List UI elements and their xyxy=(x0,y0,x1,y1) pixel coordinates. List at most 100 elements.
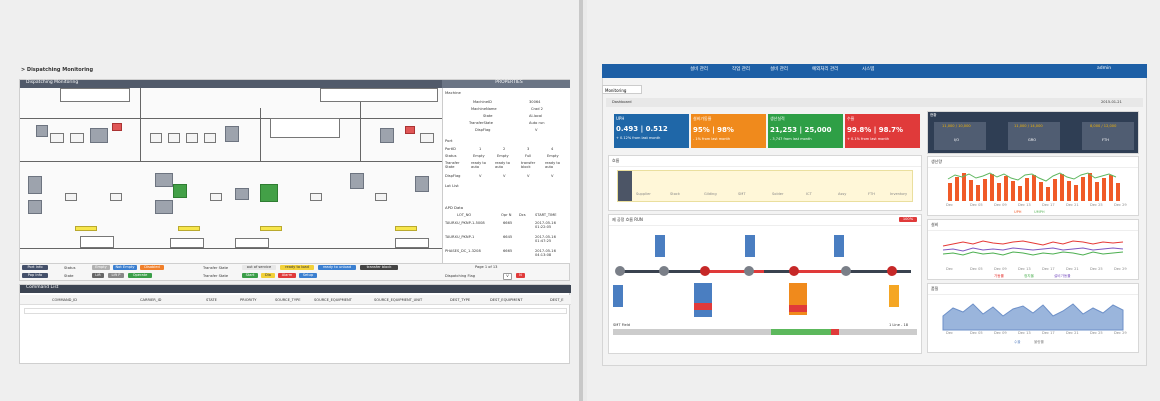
equipment-unit[interactable] xyxy=(395,226,417,231)
equipment-unit[interactable] xyxy=(110,193,122,201)
col-command-id[interactable]: COMMAND_ID xyxy=(52,298,77,302)
equipment-unit[interactable] xyxy=(70,133,84,143)
flag-v-toggle[interactable]: V xyxy=(503,273,512,280)
equipment-unit[interactable] xyxy=(65,193,77,201)
kpi-card-utilization[interactable]: 설비가동율 95% | 98% - 1% from last month xyxy=(691,114,766,148)
flag-n-toggle[interactable]: N xyxy=(516,273,525,278)
kpi-foot: + 0.1% from last month xyxy=(847,137,890,141)
process-node[interactable] xyxy=(887,266,897,276)
flow-label: FTH xyxy=(868,192,875,196)
process-node[interactable] xyxy=(841,266,851,276)
equipment-block[interactable] xyxy=(235,238,269,248)
prop-value: V xyxy=(535,128,538,132)
equipment-block[interactable] xyxy=(270,118,340,138)
user-name[interactable]: admin xyxy=(1097,66,1111,71)
equipment-unit[interactable] xyxy=(405,126,415,134)
equipment-unit[interactable] xyxy=(28,176,42,194)
tab-monitoring[interactable]: Monitoring xyxy=(602,85,642,94)
chart3-xtick: Dec 29 xyxy=(1114,331,1127,335)
equipment-unit[interactable] xyxy=(36,125,48,137)
command-filter-row[interactable] xyxy=(24,308,567,314)
port-header: 2 xyxy=(503,147,506,151)
equipment-unit[interactable] xyxy=(155,173,173,187)
equipment-unit[interactable] xyxy=(112,123,122,131)
status-box-fth[interactable]: 8,000 / 12,000 FTH xyxy=(1082,122,1134,150)
status-box-gro[interactable]: 11,000 / 14,000 GRO xyxy=(1008,122,1060,150)
equipment-unit[interactable] xyxy=(155,200,173,214)
col-state[interactable]: STATE xyxy=(206,298,217,302)
port-header: PortID xyxy=(445,147,456,151)
process-tag[interactable] xyxy=(889,285,899,307)
process-node[interactable] xyxy=(615,266,625,276)
nav-item-2[interactable]: 작업 관리 xyxy=(732,66,750,72)
process-tag[interactable] xyxy=(834,235,844,257)
col-dest-e[interactable]: DEST_E xyxy=(550,298,564,302)
equipment-unit[interactable] xyxy=(235,188,249,200)
port-cell: V xyxy=(479,174,482,178)
process-node[interactable] xyxy=(789,266,799,276)
chart3-xtick: Dec 13 xyxy=(1018,331,1031,335)
nav-item-5[interactable]: 시스템 xyxy=(862,66,874,72)
process-tag-alert[interactable] xyxy=(694,303,712,310)
kpi-card-uph[interactable]: UPH 0.493 | 0.512 + 0.12% from last mont… xyxy=(614,114,689,148)
equipment-unit[interactable] xyxy=(150,133,162,143)
equipment-unit[interactable] xyxy=(204,133,216,143)
equipment-unit[interactable] xyxy=(210,193,222,201)
col-dest-equipment[interactable]: DEST_EQUIPMENT xyxy=(490,298,523,302)
chart2-legend-item: 설비가동률 xyxy=(1054,274,1071,278)
equipment-unit[interactable] xyxy=(168,133,180,143)
port-cell: Status xyxy=(445,154,457,158)
dispatching-flag-label: Dispatching Flag xyxy=(445,274,476,278)
equipment-unit[interactable] xyxy=(380,128,394,143)
col-dest-type[interactable]: DEST_TYPE xyxy=(450,298,470,302)
equipment-unit[interactable] xyxy=(260,184,278,202)
equipment-unit[interactable] xyxy=(173,184,187,198)
equipment-unit[interactable] xyxy=(90,128,108,143)
chart3-xtick: Dec 09 xyxy=(994,331,1007,335)
right-screenshot-panel: 설비 관리 작업 관리 설비 관리 예외처리 관리 시스템 admin Moni… xyxy=(587,0,1160,401)
process-tag-stack[interactable] xyxy=(694,283,712,317)
port-header: 1 xyxy=(479,147,482,151)
col-carrier-id[interactable]: CARRIER_ID xyxy=(140,298,161,302)
equipment-unit[interactable] xyxy=(225,126,239,142)
chart2-xtick: Dec xyxy=(946,267,953,271)
process-tag[interactable] xyxy=(655,235,665,257)
process-node[interactable] xyxy=(659,266,669,276)
equipment-unit[interactable] xyxy=(75,226,97,231)
equipment-block[interactable] xyxy=(170,238,204,248)
equipment-block[interactable] xyxy=(320,88,438,102)
col-source-type[interactable]: SOURCE_TYPE xyxy=(275,298,300,302)
panel-header: Dispatching Monitoring xyxy=(20,80,442,88)
equipment-block[interactable] xyxy=(60,88,130,102)
equipment-unit[interactable] xyxy=(260,226,282,231)
nav-item-4[interactable]: 예외처리 관리 xyxy=(812,66,838,72)
process-node[interactable] xyxy=(700,266,710,276)
equipment-unit[interactable] xyxy=(375,193,387,201)
equipment-unit[interactable] xyxy=(350,173,364,189)
equipment-unit[interactable] xyxy=(420,133,434,143)
process-tag[interactable] xyxy=(745,235,755,257)
col-source-equipment[interactable]: SOURCE_EQUIPMENT xyxy=(314,298,352,302)
equipment-block[interactable] xyxy=(80,236,114,248)
equipment-unit[interactable] xyxy=(310,193,322,201)
process-tag-alert[interactable] xyxy=(789,305,807,312)
equipment-unit[interactable] xyxy=(28,200,42,214)
chart1-xtick: Dec 05 xyxy=(970,203,983,207)
status-box-io[interactable]: 11,000 / 10,000 I/O xyxy=(934,122,986,150)
pager-text[interactable]: Page 1 of 13 xyxy=(475,265,497,269)
process-node[interactable] xyxy=(744,266,754,276)
nav-item-3[interactable]: 설비 관리 xyxy=(770,66,788,72)
nav-item-1[interactable]: 설비 관리 xyxy=(690,66,708,72)
col-priority[interactable]: PRIORITY xyxy=(240,298,257,302)
equipment-unit[interactable] xyxy=(178,226,200,231)
equipment-unit[interactable] xyxy=(50,133,64,143)
col-source-equipment-unit[interactable]: SOURCE_EQUIPMENT_UNIT xyxy=(374,298,422,302)
prop-value: 30064 xyxy=(529,100,541,104)
dashboard-date[interactable]: 2015-01-21 xyxy=(1101,100,1122,104)
process-tag[interactable] xyxy=(613,285,623,307)
kpi-card-yield[interactable]: 수율 99.8% | 98.7% + 0.1% from last month xyxy=(845,114,920,148)
equipment-unit[interactable] xyxy=(186,133,198,143)
equipment-unit[interactable] xyxy=(415,176,429,192)
kpi-card-output[interactable]: 생산실적 21,253 | 25,000 - 3,747 from last m… xyxy=(768,114,843,148)
equipment-block[interactable] xyxy=(395,238,429,248)
